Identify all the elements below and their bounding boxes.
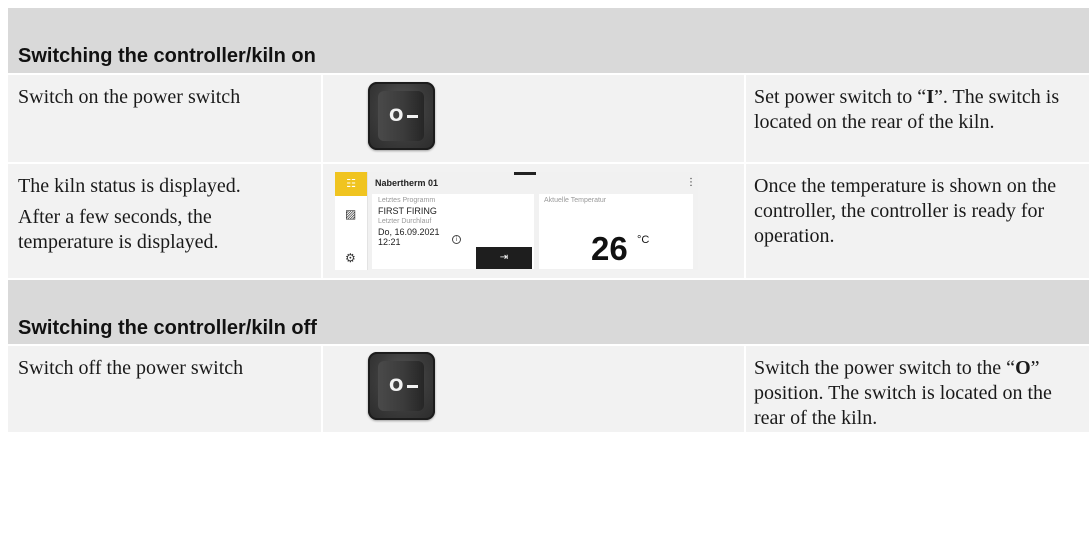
last-run-date: Do, 16.09.2021 (378, 227, 440, 237)
chart-icon[interactable]: ▨ (345, 208, 356, 220)
step-text: Switch on the power switch (18, 86, 241, 108)
step-description: Switch on the power switch (8, 75, 321, 162)
power-switch-image: O (368, 352, 435, 420)
table-row: The kiln status is displayed. After a fe… (8, 162, 1089, 278)
note-text: Switch the power switch to the “O” posit… (754, 356, 1083, 431)
section-heading-switch-off: Switching the controller/kiln off (8, 280, 1089, 344)
illustration-cell: O (323, 346, 744, 432)
note-text-pre: Switch the power switch to the “ (754, 357, 1016, 379)
last-run-label: Letzter Durchlauf (378, 218, 432, 225)
last-program-value: FIRST FIRING (378, 206, 437, 216)
note-text-bold: I (926, 86, 934, 108)
note-text: Set power switch to “I”. The switch is l… (754, 85, 1083, 135)
current-temp-value: 26 (591, 230, 628, 267)
step-text: The kiln status is displayed. (18, 175, 241, 197)
switch-o-mark: O (389, 106, 404, 126)
device-name: Nabertherm 01 (375, 178, 439, 188)
illustration-cell: ☷ ▨ ⚙ Nabertherm 01 ⋮ Letztes Programm F… (323, 164, 744, 278)
table-row: Switch on the power switch O Set power s… (8, 73, 1089, 162)
screen-notch (514, 172, 536, 175)
screen-sidebar: ☷ ▨ ⚙ (335, 172, 368, 270)
note-text-pre: Set power switch to “ (754, 86, 927, 108)
section-heading-switch-on: Switching the controller/kiln on (8, 8, 1089, 73)
kebab-icon[interactable]: ⋮ (686, 177, 696, 188)
last-run-time: 12:21 (378, 237, 401, 247)
step-description: Switch off the power switch (8, 346, 321, 432)
step-text: Switch off the power switch (18, 357, 244, 379)
note-text-bold: O (1015, 357, 1031, 379)
temperature-card: Aktuelle Temperatur 26 °C (539, 194, 693, 269)
current-temp-label: Aktuelle Temperatur (544, 197, 607, 204)
grid-icon[interactable]: ☷ (335, 172, 367, 196)
switch-rocker: O (378, 91, 424, 141)
program-card: Letztes Programm FIRST FIRING Letzter Du… (372, 194, 534, 269)
step-note: Once the temperature is shown on the con… (746, 164, 1089, 278)
last-program-label: Letztes Programm (378, 197, 436, 204)
note-text: Once the temperature is shown on the con… (754, 175, 1057, 247)
gear-icon[interactable]: ⚙ (345, 252, 356, 264)
current-temp-unit: °C (637, 234, 650, 246)
step-description: The kiln status is displayed. After a fe… (8, 164, 321, 278)
switch-dash-mark (407, 115, 418, 118)
instruction-table: Switching the controller/kiln on Switch … (8, 8, 1089, 432)
step-note: Switch the power switch to the “O” posit… (746, 346, 1089, 432)
controller-screen: ☷ ▨ ⚙ Nabertherm 01 ⋮ Letztes Programm F… (335, 172, 698, 270)
table-row: Switch off the power switch O Switch the… (8, 344, 1089, 432)
switch-o-mark: O (389, 376, 404, 396)
info-icon[interactable]: i (452, 235, 461, 244)
switch-rocker: O (378, 361, 424, 411)
switch-dash-mark (407, 385, 418, 388)
section-separator: Switching the controller/kiln off (8, 278, 1089, 344)
step-note: Set power switch to “I”. The switch is l… (746, 75, 1089, 162)
step-text: After a few seconds, the temperature is … (18, 206, 219, 253)
illustration-cell: O (323, 75, 744, 162)
power-switch-image: O (368, 82, 435, 150)
start-icon[interactable]: ⇥ (476, 247, 532, 269)
